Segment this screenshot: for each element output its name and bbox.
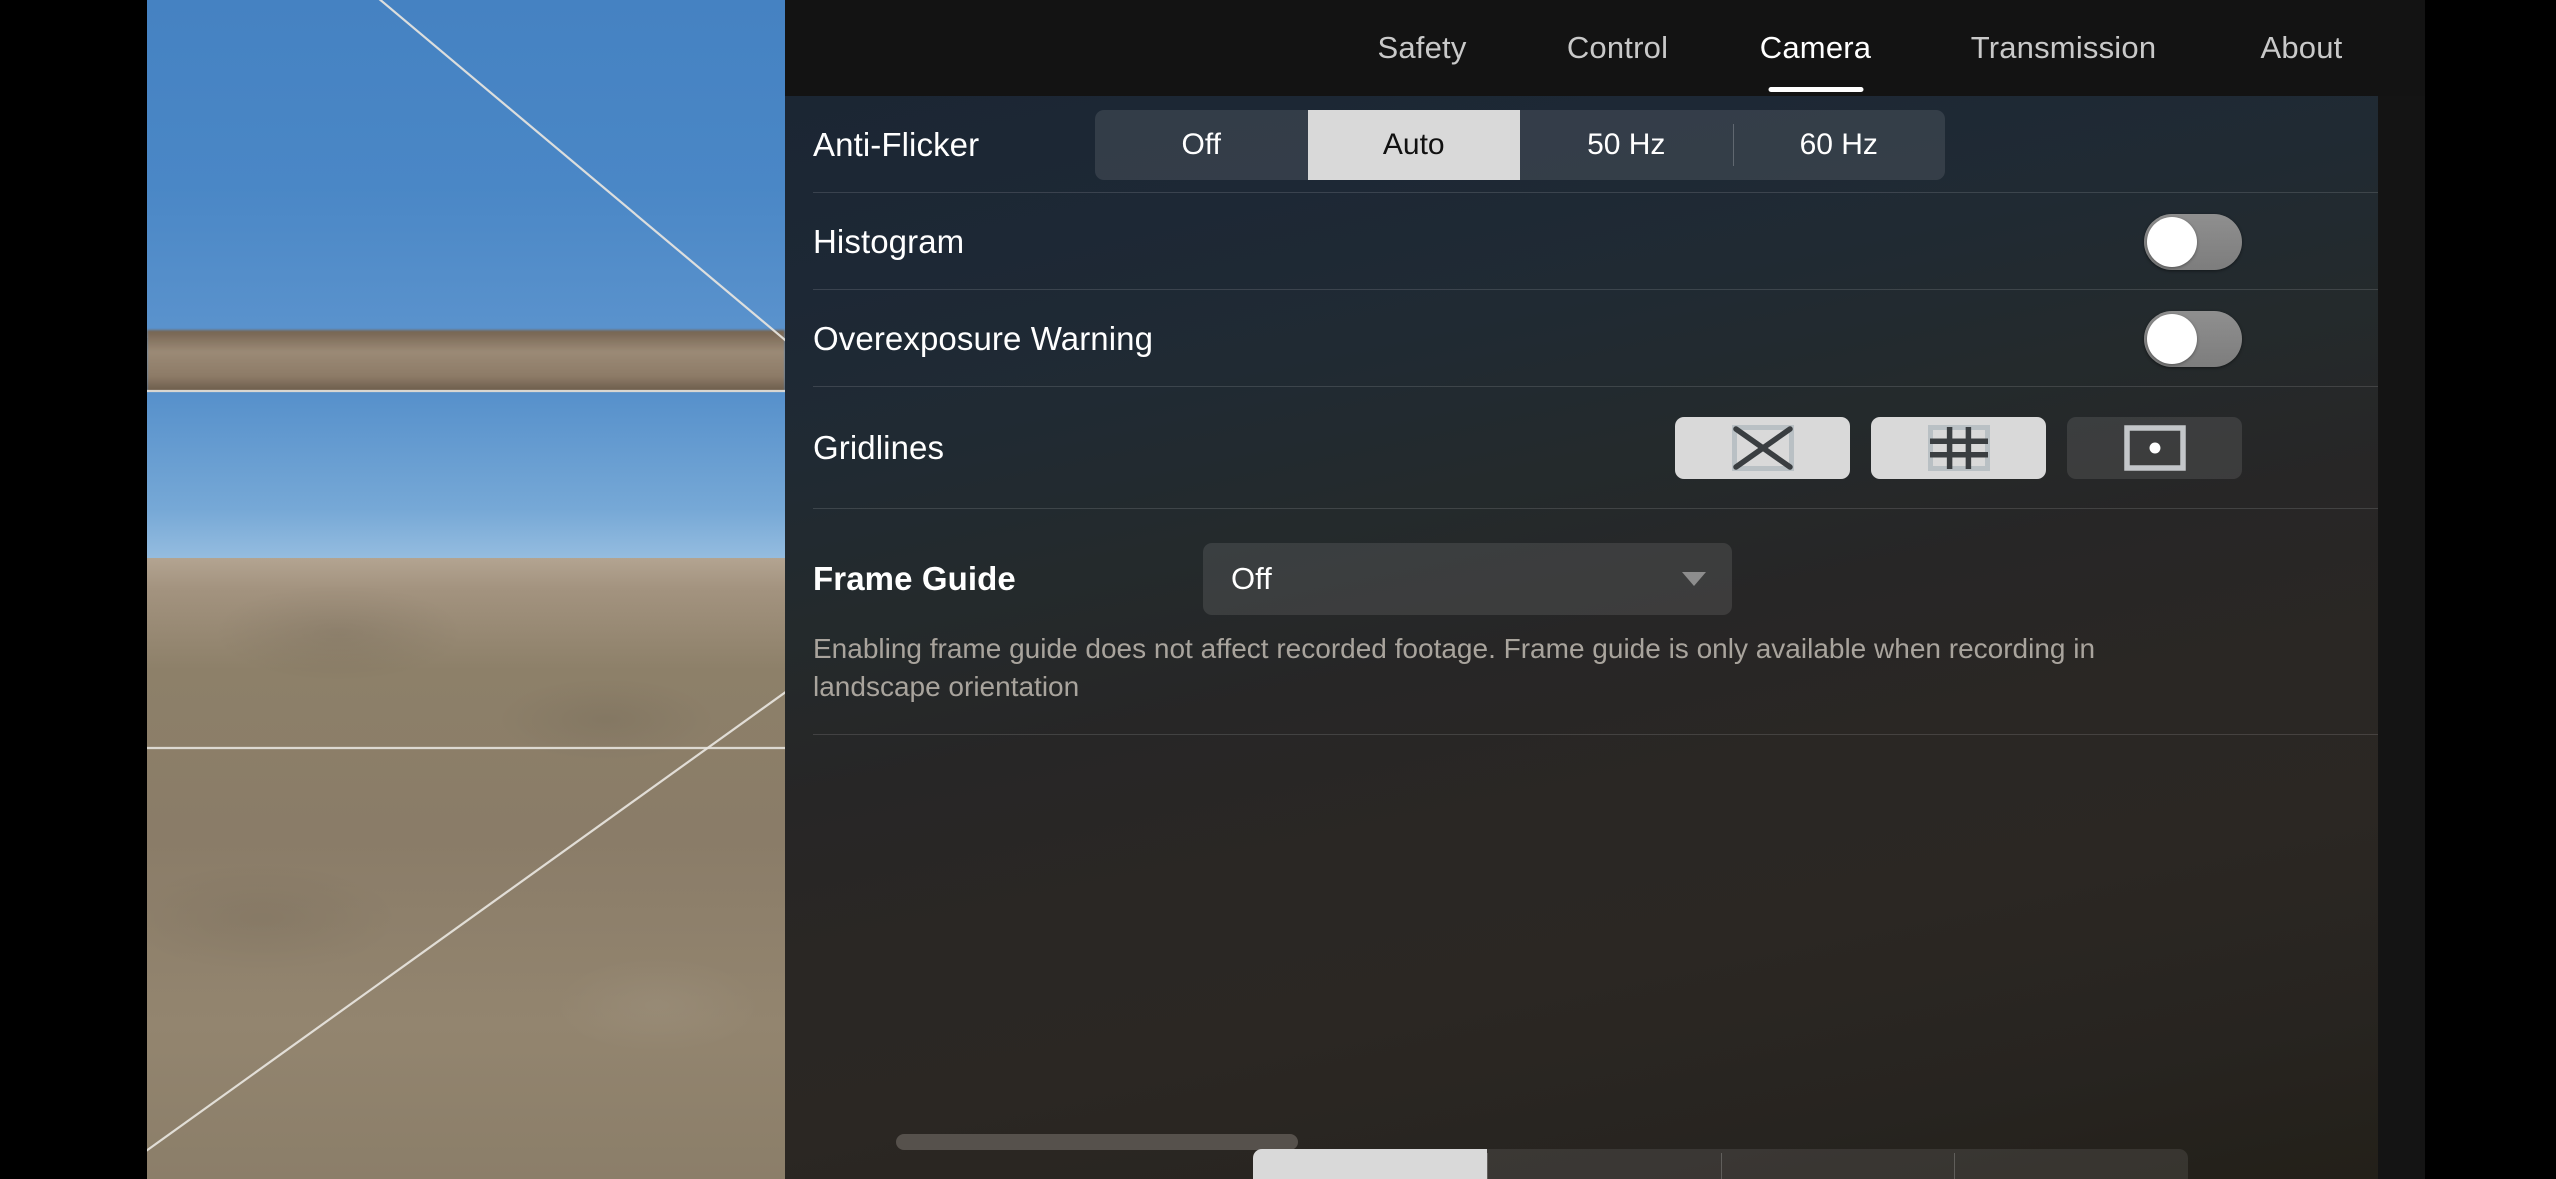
histogram-toggle[interactable]: [2144, 213, 2242, 270]
row-divider: [813, 508, 2378, 509]
setting-row-gridlines: Gridlines: [785, 387, 2378, 509]
right-black-bar: [2425, 0, 2556, 1179]
sky-region-lower: [147, 392, 785, 572]
bottom-segment-4[interactable]: [1954, 1149, 2188, 1179]
settings-tabbar: Safety Control Camera Transmission About: [785, 0, 2425, 96]
anti-flicker-option-50hz[interactable]: 50 Hz: [1520, 110, 1733, 180]
left-black-bar: [0, 0, 147, 1179]
ground-texture: [147, 558, 785, 1179]
bottom-segment-3[interactable]: [1720, 1149, 1955, 1179]
gridlines-label: Gridlines: [813, 429, 945, 466]
screen-root: Safety Control Camera Transmission About: [0, 0, 2556, 1179]
anti-flicker-segmented-control[interactable]: Off Auto 50 Hz 60 Hz: [1095, 110, 1945, 180]
panel-right-strip: [2378, 96, 2425, 1179]
anti-flicker-option-60hz[interactable]: 60 Hz: [1732, 110, 1946, 180]
tab-active-underline: [1768, 87, 1863, 92]
gridlines-button-group: [1675, 417, 2242, 479]
overexposure-warning-label: Overexposure Warning: [813, 319, 1154, 357]
setting-row-histogram: Histogram: [785, 193, 2378, 290]
tab-transmission-label: Transmission: [1970, 30, 2157, 65]
frame-guide-note: Enabling frame guide does not affect rec…: [813, 633, 2096, 703]
setting-row-overexposure-warning: Overexposure Warning: [785, 290, 2378, 387]
diagonal-cross-grid-icon: [1731, 425, 1794, 471]
tab-camera-label: Camera: [1759, 30, 1872, 65]
camera-settings-panel: Safety Control Camera Transmission About: [785, 0, 2425, 1179]
horizontal-scrollbar-thumb[interactable]: [896, 1134, 1298, 1150]
gridline-diagonal-cross-button[interactable]: [1675, 417, 1850, 479]
center-point-grid-icon: [2123, 425, 2186, 471]
histogram-label: Histogram: [813, 222, 965, 260]
structure-beam: [147, 330, 785, 392]
tab-about[interactable]: About: [2219, 0, 2384, 96]
tab-transmission[interactable]: Transmission: [1916, 0, 2211, 96]
tab-camera[interactable]: Camera: [1723, 0, 1908, 96]
overexposure-warning-toggle[interactable]: [2144, 310, 2242, 367]
bottom-partial-segmented-control[interactable]: [1253, 1149, 2188, 1179]
three-by-three-grid-icon: [1927, 425, 1990, 471]
bottom-segment-2[interactable]: [1486, 1149, 1721, 1179]
anti-flicker-option-off[interactable]: Off: [1095, 110, 1308, 180]
toggle-knob: [2147, 313, 2197, 364]
gridline-center-point-button[interactable]: [2067, 417, 2242, 479]
sky-region-upper: [147, 0, 785, 338]
frame-guide-value: Off: [1231, 561, 1272, 596]
bottom-segment-1[interactable]: [1253, 1149, 1487, 1179]
setting-row-frame-guide: Frame Guide Off: [785, 521, 2378, 637]
row-divider: [813, 734, 2378, 735]
setting-row-anti-flicker: Anti-Flicker Off Auto 50 Hz 60 Hz: [785, 96, 2378, 193]
anti-flicker-label: Anti-Flicker: [813, 125, 980, 163]
settings-content: Anti-Flicker Off Auto 50 Hz 60 Hz Histog…: [785, 96, 2378, 1179]
tab-about-label: About: [2260, 30, 2343, 65]
chevron-down-icon: [1682, 572, 1706, 586]
tab-safety-label: Safety: [1377, 30, 1467, 65]
anti-flicker-option-auto[interactable]: Auto: [1307, 110, 1520, 180]
drone-camera-live-feed[interactable]: [147, 0, 785, 1179]
toggle-knob: [2147, 216, 2197, 267]
tab-control-label: Control: [1566, 30, 1669, 65]
tab-control[interactable]: Control: [1520, 0, 1715, 96]
gridline-three-by-three-button[interactable]: [1871, 417, 2046, 479]
frame-guide-dropdown[interactable]: Off: [1203, 543, 1732, 615]
tab-safety[interactable]: Safety: [1332, 0, 1512, 96]
frame-guide-label: Frame Guide: [813, 560, 1016, 597]
